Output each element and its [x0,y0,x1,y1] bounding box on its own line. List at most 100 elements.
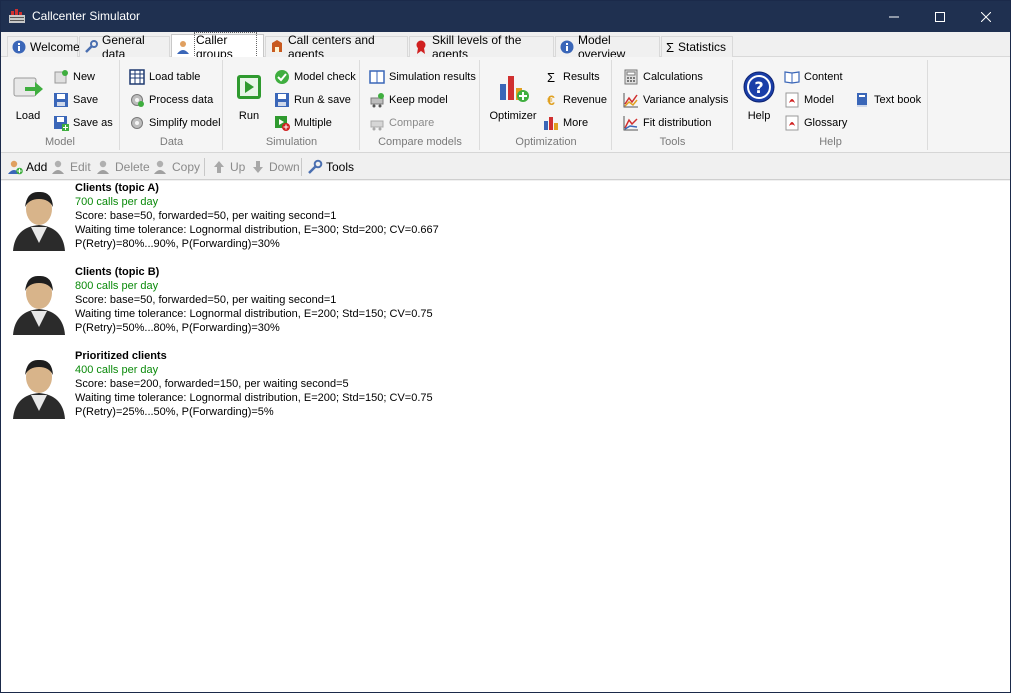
group-score: Score: base=50, forwarded=50, per waitin… [75,294,337,306]
fit-distribution-button[interactable]: Fit distribution [623,114,711,132]
minimize-button[interactable] [871,1,917,32]
ribbon-group-optimization: Optimizer Σ Results € Revenue More Optim… [481,60,612,150]
simulation-results-button[interactable]: Simulation results [369,68,476,86]
person-avatar-icon [13,275,65,335]
close-icon [981,11,991,22]
play-icon [232,70,266,104]
question-icon: ? [742,70,776,104]
multiple-run-icon [274,115,290,131]
help-button[interactable]: ? Help [740,70,778,122]
group-tolerance: Waiting time tolerance: Lognormal distri… [75,392,433,404]
group-name: Prioritized clients [75,350,167,362]
delete-person-icon [96,159,112,175]
list-toolbar: Add Edit Delete Copy Up Down Tools [1,154,1010,180]
multiple-button[interactable]: Multiple [274,114,332,132]
load-table-button[interactable]: Load table [129,68,200,86]
title-bar[interactable]: Callcenter Simulator [1,1,1010,32]
list-item[interactable]: Clients (topic B) 800 calls per day Scor… [11,265,611,349]
tab-general-data[interactable]: General data [79,33,170,61]
calculations-button[interactable]: Calculations [623,68,703,86]
compare-button[interactable]: Compare [369,114,434,132]
folder-open-icon [11,70,45,104]
ribbon-icon [414,40,428,54]
optimizer-button[interactable]: Optimizer [487,70,539,122]
cart-icon [369,115,385,131]
entry-text: Clients (topic B) 800 calls per day Scor… [75,265,433,335]
list-item[interactable]: Clients (topic A) 700 calls per day Scor… [11,181,611,265]
tab-model-overview[interactable]: Model overview [555,33,660,61]
model-help-button[interactable]: Model [784,91,834,109]
tools-button[interactable]: Tools [307,158,354,176]
keep-model-button[interactable]: Keep model [369,91,448,109]
tab-bar: Welcome General data Caller groups Call … [1,31,1010,62]
sigma-icon: Σ [546,69,556,85]
process-data-button[interactable]: Process data [129,91,213,109]
new-button[interactable]: New [53,68,95,86]
revenue-button[interactable]: € Revenue [543,91,607,109]
disk-icon [274,92,290,108]
copy-person-icon [153,159,169,175]
delete-button[interactable]: Delete [96,158,150,176]
group-name: Clients (topic B) [75,266,160,278]
euro-icon: € [547,92,555,108]
model-check-button[interactable]: Model check [274,68,356,86]
simplify-model-button[interactable]: Simplify model [129,114,221,132]
tab-welcome[interactable]: Welcome [7,36,80,57]
arrow-down-icon [250,159,266,175]
load-button[interactable]: Load [9,70,47,122]
toolbar-separator [301,158,302,176]
tab-statistics[interactable]: Σ Statistics [661,36,733,57]
content-button[interactable]: Content [784,68,843,86]
tab-caller-groups[interactable]: Caller groups [171,31,264,62]
sigma-icon: Σ [666,39,675,55]
add-button[interactable]: Add [7,158,47,176]
group-tolerance: Waiting time tolerance: Lognormal distri… [75,308,433,320]
group-label-model: Model [45,136,75,148]
app-logo-icon [9,9,25,23]
wrench-icon [84,40,98,54]
results-button[interactable]: Σ Results [543,68,600,86]
pdf-icon [784,115,800,131]
table-icon [129,69,145,85]
ribbon-group-model: Load New Save Save as Model [1,60,120,150]
ribbon-group-simulation: Run Model check Run & save Multiple Simu… [224,60,360,150]
disk-icon [53,92,69,108]
copy-button[interactable]: Copy [153,158,200,176]
list-item[interactable]: Prioritized clients 400 calls per day Sc… [11,349,611,433]
variance-analysis-button[interactable]: Variance analysis [623,91,728,109]
ribbon-group-tools: Calculations Variance analysis Fit distr… [613,60,733,150]
pdf-icon [784,92,800,108]
edit-button[interactable]: Edit [51,158,91,176]
ribbon-group-help: ? Help Content Model Glossary Text book … [734,60,928,150]
person-avatar-icon [13,359,65,419]
disk-plus-icon [53,115,69,131]
maximize-button[interactable] [917,1,963,32]
new-file-icon [53,69,69,85]
save-button[interactable]: Save [53,91,98,109]
save-as-button[interactable]: Save as [53,114,113,132]
minimize-icon [889,16,899,17]
group-label-help: Help [819,136,842,148]
run-button[interactable]: Run [230,70,268,122]
textbook-button[interactable]: Text book [854,91,921,109]
more-button[interactable]: More [543,114,588,132]
up-button[interactable]: Up [211,158,245,176]
book-icon [784,69,800,85]
glossary-button[interactable]: Glossary [784,114,847,132]
group-probabilities: P(Retry)=25%...50%, P(Forwarding)=5% [75,406,274,418]
maximize-icon [935,11,945,22]
gear-icon [129,115,145,131]
bar-chart-icon [543,115,559,131]
person-avatar-icon [13,191,65,251]
run-save-button[interactable]: Run & save [274,91,351,109]
tab-call-centers[interactable]: Call centers and agents [265,33,408,61]
group-calls: 700 calls per day [75,196,159,208]
bar-chart-icon [496,70,530,104]
add-person-icon [7,159,23,175]
tab-skill-levels[interactable]: Skill levels of the agents [409,33,554,61]
textbook-icon [854,92,870,108]
group-calls: 400 calls per day [75,364,159,376]
ribbon-group-compare: Simulation results Keep model Compare Co… [361,60,480,150]
close-button[interactable] [963,1,1009,32]
down-button[interactable]: Down [250,158,300,176]
